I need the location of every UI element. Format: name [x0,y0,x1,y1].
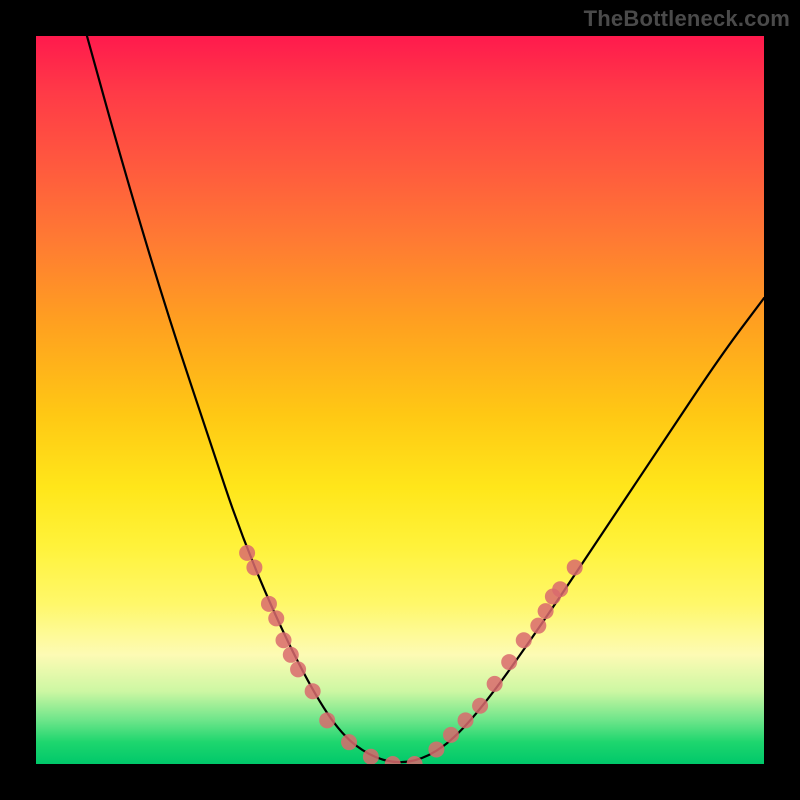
data-marker [283,647,299,663]
data-marker [290,661,306,677]
data-marker [472,698,488,714]
data-marker [538,603,554,619]
data-marker [276,632,292,648]
data-marker [385,756,401,764]
data-marker [545,589,561,605]
watermark-label: TheBottleneck.com [584,6,790,32]
data-marker [246,559,262,575]
data-marker [261,596,277,612]
data-marker [341,734,357,750]
data-marker [487,676,503,692]
data-marker [268,610,284,626]
data-marker [458,712,474,728]
data-marker [501,654,517,670]
data-marker [567,559,583,575]
data-marker [428,741,444,757]
data-marker [516,632,532,648]
data-marker [319,712,335,728]
data-marker [407,756,423,764]
chart-container: TheBottleneck.com [0,0,800,800]
data-marker [239,545,255,561]
data-marker [530,618,546,634]
plot-area [36,36,764,764]
curve-layer [36,36,764,764]
data-marker [443,727,459,743]
data-markers [239,545,583,764]
data-marker [305,683,321,699]
data-marker [363,749,379,764]
data-marker [552,581,568,597]
bottleneck-curve [87,36,764,762]
